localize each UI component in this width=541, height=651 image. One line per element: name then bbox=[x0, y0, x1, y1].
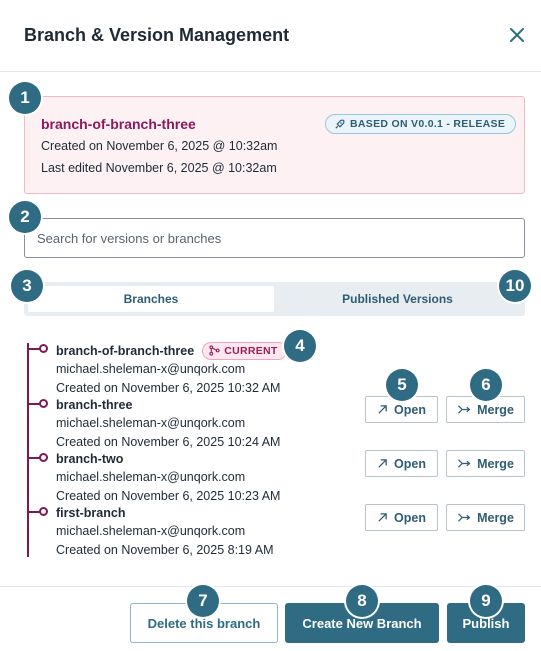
git-branch-icon bbox=[209, 345, 220, 356]
current-branch-card: branch-of-branch-three BASED ON V0.0.1 -… bbox=[24, 96, 525, 194]
branch-node bbox=[27, 507, 48, 517]
open-button[interactable]: Open bbox=[365, 504, 438, 531]
list-item: first-branch michael.sheleman-x@unqork.c… bbox=[56, 504, 356, 558]
current-badge: CURRENT bbox=[202, 341, 287, 360]
branch-date: Created on November 6, 2025 10:24 AM bbox=[56, 435, 281, 449]
branch-date: Created on November 6, 2025 10:32 AM bbox=[56, 381, 281, 395]
open-label: Open bbox=[394, 402, 426, 417]
open-label: Open bbox=[394, 456, 426, 471]
dialog-header: Branch & Version Management bbox=[0, 0, 541, 72]
callout-badge: 5 bbox=[386, 369, 418, 401]
callout-badge: 6 bbox=[470, 369, 502, 401]
search-input[interactable] bbox=[24, 218, 525, 258]
list-item: branch-two michael.sheleman-x@unqork.com… bbox=[56, 450, 356, 504]
rocket-icon bbox=[335, 119, 345, 129]
branch-user: michael.sheleman-x@unqork.com bbox=[56, 416, 246, 430]
branch-node bbox=[27, 453, 48, 463]
current-branch-name: branch-of-branch-three bbox=[41, 116, 196, 132]
branch-name: branch-of-branch-three bbox=[56, 343, 195, 358]
close-button[interactable] bbox=[506, 24, 528, 46]
branch-user: michael.sheleman-x@unqork.com bbox=[56, 524, 246, 538]
current-label: CURRENT bbox=[224, 344, 278, 357]
branch-name: branch-three bbox=[56, 397, 133, 412]
view-tabs: Branches Published Versions bbox=[24, 282, 525, 316]
based-on-badge: BASED ON V0.0.1 - RELEASE bbox=[325, 114, 517, 134]
branch-date: Created on November 6, 2025 8:19 AM bbox=[56, 543, 274, 557]
tab-branches[interactable]: Branches bbox=[28, 286, 274, 312]
created-date: Created on November 6, 2025 @ 10:32am bbox=[41, 139, 278, 153]
branch-node bbox=[27, 344, 48, 354]
callout-badge: 4 bbox=[284, 330, 316, 362]
callout-badge: 1 bbox=[9, 82, 41, 114]
merge-button[interactable]: Merge bbox=[446, 450, 525, 477]
callout-badge: 9 bbox=[470, 585, 502, 617]
open-button[interactable]: Open bbox=[365, 450, 438, 477]
branch-timeline bbox=[27, 343, 29, 557]
merge-button[interactable]: Merge bbox=[446, 504, 525, 531]
merge-icon bbox=[458, 513, 471, 522]
arrow-up-right-icon bbox=[378, 459, 387, 468]
dialog-title: Branch & Version Management bbox=[24, 25, 290, 45]
branch-node bbox=[27, 399, 48, 409]
arrow-up-right-icon bbox=[378, 405, 387, 414]
callout-badge: 2 bbox=[9, 201, 41, 233]
branch-user: michael.sheleman-x@unqork.com bbox=[56, 362, 246, 376]
callout-badge: 7 bbox=[187, 585, 219, 617]
merge-label: Merge bbox=[477, 402, 514, 417]
merge-icon bbox=[458, 405, 471, 414]
branch-date: Created on November 6, 2025 10:23 AM bbox=[56, 489, 281, 503]
callout-badge: 3 bbox=[11, 270, 43, 302]
arrow-up-right-icon bbox=[378, 513, 387, 522]
tab-published-versions[interactable]: Published Versions bbox=[274, 286, 521, 312]
open-label: Open bbox=[394, 510, 426, 525]
branch-name: branch-two bbox=[56, 451, 124, 466]
merge-label: Merge bbox=[477, 510, 514, 525]
branch-name: first-branch bbox=[56, 505, 126, 520]
branch-user: michael.sheleman-x@unqork.com bbox=[56, 470, 246, 484]
based-on-text: BASED ON V0.0.1 - RELEASE bbox=[350, 118, 506, 130]
callout-badge: 10 bbox=[499, 270, 531, 302]
close-icon bbox=[510, 28, 524, 42]
list-item: branch-three michael.sheleman-x@unqork.c… bbox=[56, 396, 356, 450]
last-edited-date: Last edited November 6, 2025 @ 10:32am bbox=[41, 161, 277, 175]
callout-badge: 8 bbox=[346, 585, 378, 617]
merge-label: Merge bbox=[477, 456, 514, 471]
merge-icon bbox=[458, 459, 471, 468]
